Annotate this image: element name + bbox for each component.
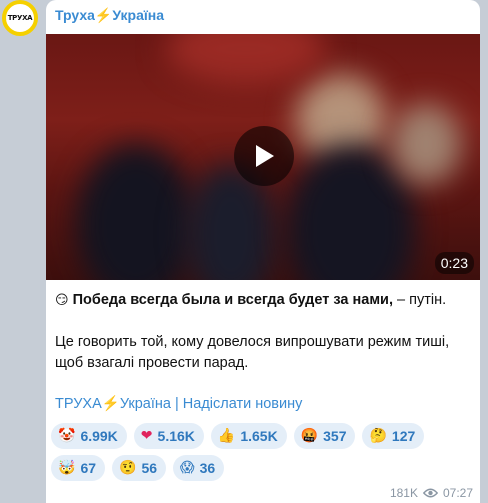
reaction-clown[interactable]: 🤡 6.99K: [51, 423, 127, 449]
video-duration: 0:23: [434, 252, 474, 274]
reaction-angry[interactable]: 🤬 357: [293, 423, 356, 449]
screaming-face-icon: 😱: [180, 460, 195, 476]
reaction-raised-eyebrow[interactable]: 🤨 56: [112, 455, 167, 481]
exploding-head-icon: 🤯: [58, 460, 76, 476]
play-button[interactable]: [234, 126, 294, 186]
eye-icon: [422, 488, 438, 498]
thumbs-up-icon: 👍: [217, 428, 236, 444]
blurred-figure: [391, 104, 461, 184]
smirk-emoji: 😏: [55, 293, 69, 308]
reactions-bar: 🤡 6.99K ❤ 5.16K 👍 1.65K 🤬 357 🤔 127 🤯 67…: [51, 423, 476, 481]
submit-news-link[interactable]: Надіслати новину: [183, 396, 303, 412]
link-separator: |: [170, 396, 183, 412]
blurred-light: [166, 34, 326, 84]
avatar-logo-text: ТРУХА: [7, 14, 33, 22]
raised-eyebrow-icon: 🤨: [119, 460, 137, 476]
message-time: 07:27: [442, 486, 473, 500]
reaction-thumbs-up[interactable]: 👍 1.65K: [210, 423, 287, 449]
angry-face-icon: 🤬: [300, 428, 319, 444]
channel-avatar[interactable]: ТРУХА: [2, 0, 38, 36]
message-bubble: Труха⚡Україна 0:23 😏 Победа всегда была …: [46, 0, 480, 503]
message-paragraph: Це говорить той, кому довелося випрошува…: [55, 334, 450, 371]
quote-attribution: – путін.: [392, 292, 447, 308]
quote-text: Победа всегда была и всегда будет за нам…: [72, 292, 393, 308]
view-count: 181K: [389, 486, 418, 500]
reaction-thinking[interactable]: 🤔 127: [362, 423, 425, 449]
reaction-count: 127: [391, 428, 416, 444]
channel-link[interactable]: ТРУХА⚡Україна: [55, 396, 171, 412]
video-preview[interactable]: 0:23: [46, 34, 480, 280]
footer-links: ТРУХА⚡Україна | Надіслати новину: [55, 395, 302, 412]
play-icon: [256, 145, 274, 167]
reaction-count: 357: [323, 428, 347, 444]
reaction-count: 6.99K: [80, 428, 118, 444]
reaction-count: 56: [141, 460, 158, 476]
heart-icon: ❤: [140, 428, 153, 444]
channel-name[interactable]: Труха⚡Україна: [55, 7, 164, 24]
message-line: 😏 Победа всегда была и всегда будет за н…: [55, 290, 471, 311]
reaction-count: 36: [199, 460, 216, 476]
message-meta: 181K 07:27: [390, 486, 473, 500]
thinking-face-icon: 🤔: [369, 428, 387, 444]
reaction-count: 5.16K: [157, 428, 195, 444]
reaction-count: 67: [80, 460, 97, 476]
reaction-count: 1.65K: [240, 428, 278, 444]
clown-icon: 🤡: [58, 428, 76, 444]
reaction-heart[interactable]: ❤ 5.16K: [133, 423, 204, 449]
reaction-exploding-head[interactable]: 🤯 67: [51, 455, 106, 481]
blurred-figure: [76, 144, 196, 280]
reaction-screaming[interactable]: 😱 36: [173, 455, 225, 481]
